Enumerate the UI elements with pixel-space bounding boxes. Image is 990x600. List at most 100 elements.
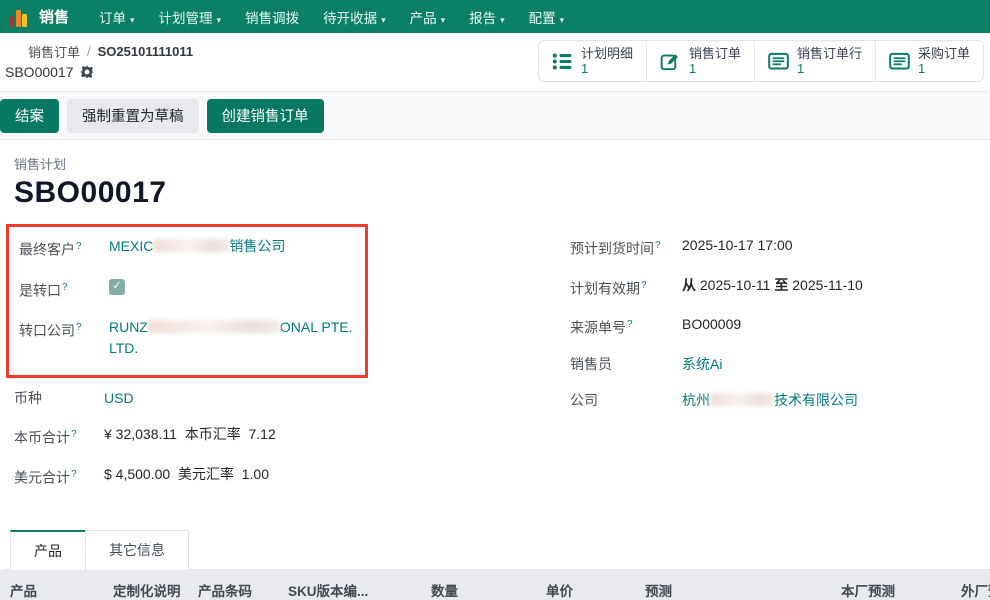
field-transit-company: 转口公司? RUNZONAL PTE. LTD. xyxy=(19,317,355,359)
validity-value: 从 2025-10-11 至 2025-11-10 xyxy=(682,275,863,296)
field-salesperson: 销售员 系统Ai xyxy=(570,354,990,375)
form-sheet: 销售计划 SBO00017 最终客户? MEXIC销售公司 是转口? ✓ 转口公… xyxy=(0,140,990,600)
field-label: 预计到货时间? xyxy=(570,235,682,260)
col-forecast[interactable]: 预测 xyxy=(583,570,682,600)
company-value[interactable]: 杭州技术有限公司 xyxy=(682,390,858,411)
field-label: 转口公司? xyxy=(19,317,109,342)
breadcrumb-parent[interactable]: 销售订单 xyxy=(28,42,80,61)
col-sku-version[interactable]: SKU版本编... xyxy=(278,570,368,600)
final-customer-value[interactable]: MEXIC销售公司 xyxy=(109,236,285,257)
list-card-icon xyxy=(768,52,789,71)
smart-button-label: 销售订单 xyxy=(689,46,741,61)
smart-button-sales-order-lines[interactable]: 销售订单行 1 xyxy=(754,41,875,81)
smart-button-plan-detail[interactable]: 计划明细 1 xyxy=(539,41,646,81)
sales-app-icon[interactable] xyxy=(10,7,27,27)
edit-icon xyxy=(660,52,681,71)
field-label: 美元合计? xyxy=(14,464,104,489)
field-label: 计划有效期? xyxy=(570,275,682,300)
smart-button-label: 销售订单行 xyxy=(797,46,862,61)
close-case-button[interactable]: 结案 xyxy=(0,99,59,133)
field-local-total: 本币合计? ¥ 32,038.11 本币汇率 7.12 xyxy=(14,424,494,449)
menu-orders[interactable]: 订单 xyxy=(89,0,145,34)
smart-button-purchase-order[interactable]: 采购订单 1 xyxy=(875,41,983,81)
usd-total-value: $ 4,500.00 美元汇率 1.00 xyxy=(104,464,269,485)
col-own-factory-forecast[interactable]: 本厂预测 xyxy=(805,570,905,600)
help-icon: ? xyxy=(71,429,77,440)
menu-products[interactable]: 产品 xyxy=(400,0,456,34)
col-actions xyxy=(682,570,805,600)
top-navbar: 销售 订单 计划管理 销售调拨 待开收据 产品 报告 配置 xyxy=(0,0,990,33)
help-icon: ? xyxy=(641,280,647,291)
smart-button-label: 采购订单 xyxy=(918,46,970,61)
help-icon: ? xyxy=(62,282,68,293)
help-icon: ? xyxy=(655,240,661,251)
col-product[interactable]: 产品 xyxy=(0,570,103,600)
transit-company-value[interactable]: RUNZONAL PTE. LTD. xyxy=(109,317,355,359)
field-label: 本币合计? xyxy=(14,424,104,449)
field-usd-total: 美元合计? $ 4,500.00 美元汇率 1.00 xyxy=(14,464,494,489)
lines-table-zone: 产品 定制化说明 产品条码 SKU版本编... 数量 单价 预测 本厂预测 外厂… xyxy=(0,570,990,600)
gear-icon[interactable] xyxy=(80,65,94,79)
col-unit-price[interactable]: 单价 xyxy=(468,570,583,600)
breadcrumb-current: SO25101111011 xyxy=(98,44,193,59)
table-header-row: 产品 定制化说明 产品条码 SKU版本编... 数量 单价 预测 本厂预测 外厂… xyxy=(0,570,990,600)
tab-other-info[interactable]: 其它信息 xyxy=(85,530,189,570)
redacted-text xyxy=(148,320,280,333)
redacted-text xyxy=(710,393,774,406)
field-label: 公司 xyxy=(570,390,682,411)
menu-plan-management[interactable]: 计划管理 xyxy=(149,0,232,34)
source-value: BO00009 xyxy=(682,314,741,335)
product-lines-table: 产品 定制化说明 产品条码 SKU版本编... 数量 单价 预测 本厂预测 外厂… xyxy=(0,570,990,600)
redacted-text xyxy=(153,239,229,252)
force-reset-draft-button[interactable]: 强制重置为草稿 xyxy=(67,99,199,133)
field-final-customer: 最终客户? MEXIC销售公司 xyxy=(19,236,355,261)
control-panel: 销售订单 / SO25101111011 SBO00017 计划明细 1 xyxy=(0,33,990,92)
page-title: SBO00017 xyxy=(14,176,990,210)
breadcrumb-separator: / xyxy=(87,44,91,59)
create-sales-order-button[interactable]: 创建销售订单 xyxy=(207,99,324,133)
help-icon: ? xyxy=(71,469,77,480)
notebook-tabs: 产品 其它信息 xyxy=(5,530,990,570)
col-customization-note[interactable]: 定制化说明 xyxy=(103,570,188,600)
help-icon: ? xyxy=(76,322,82,333)
is-transit-checkbox[interactable]: ✓ xyxy=(109,279,125,295)
field-label: 是转口? xyxy=(19,277,109,302)
menu-reports[interactable]: 报告 xyxy=(459,0,515,34)
field-label: 币种 xyxy=(14,388,104,409)
smart-button-count: 1 xyxy=(797,61,862,76)
field-label: 来源单号? xyxy=(570,314,682,339)
menu-pending-receipts[interactable]: 待开收据 xyxy=(313,0,396,34)
list-card-icon xyxy=(889,52,910,71)
help-icon: ? xyxy=(627,319,633,330)
smart-button-box: 计划明细 1 销售订单 1 销售订单行 1 xyxy=(538,40,984,82)
field-source: 来源单号? BO00009 xyxy=(570,314,990,339)
smart-button-count: 1 xyxy=(581,61,633,76)
salesperson-value[interactable]: 系统Ai xyxy=(682,354,722,375)
currency-value[interactable]: USD xyxy=(104,388,134,409)
field-label: 销售员 xyxy=(570,354,682,375)
field-company: 公司 杭州技术有限公司 xyxy=(570,390,990,411)
breadcrumb-record: SBO00017 xyxy=(5,64,74,80)
menu-sales-transfer[interactable]: 销售调拨 xyxy=(235,0,309,34)
field-currency: 币种 USD xyxy=(14,388,494,409)
action-button-band: 结案 强制重置为草稿 创建销售订单 xyxy=(0,92,990,140)
local-total-value: ¥ 32,038.11 本币汇率 7.12 xyxy=(104,424,276,445)
field-validity: 计划有效期? 从 2025-10-11 至 2025-11-10 xyxy=(570,275,990,300)
col-external-factory-forecast[interactable]: 外厂预测 xyxy=(905,570,990,600)
menu-settings[interactable]: 配置 xyxy=(519,0,575,34)
field-is-transit: 是转口? ✓ xyxy=(19,277,355,302)
smart-button-count: 1 xyxy=(689,61,741,76)
eta-value: 2025-10-17 17:00 xyxy=(682,235,793,256)
col-quantity[interactable]: 数量 xyxy=(368,570,468,600)
tab-products[interactable]: 产品 xyxy=(10,530,86,570)
field-eta: 预计到货时间? 2025-10-17 17:00 xyxy=(570,235,990,260)
help-icon: ? xyxy=(76,241,82,252)
smart-button-label: 计划明细 xyxy=(581,46,633,61)
record-type-label: 销售计划 xyxy=(14,154,990,173)
smart-button-count: 1 xyxy=(918,61,970,76)
app-name[interactable]: 销售 xyxy=(39,6,69,27)
bullet-list-icon xyxy=(552,52,573,71)
smart-button-sales-order[interactable]: 销售订单 1 xyxy=(646,41,754,81)
col-barcode[interactable]: 产品条码 xyxy=(188,570,278,600)
red-highlight-box: 最终客户? MEXIC销售公司 是转口? ✓ 转口公司? RUNZONAL PT… xyxy=(6,224,368,378)
